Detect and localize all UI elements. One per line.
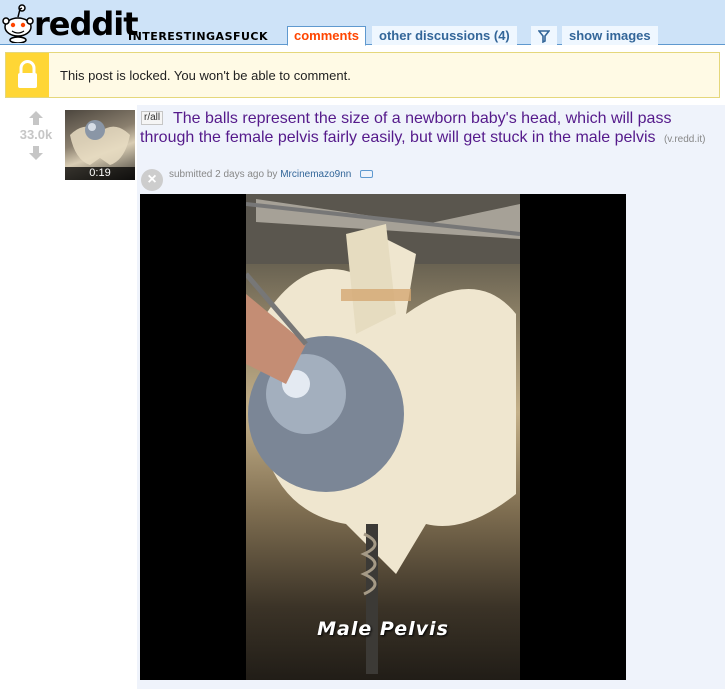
post-title[interactable]: The balls represent the size of a newbor… [140, 109, 720, 149]
snoo-logo-icon[interactable] [2, 3, 34, 43]
tab-other-discussions[interactable]: other discussions (4) [372, 26, 517, 45]
downvote-arrow-icon[interactable] [28, 145, 44, 161]
locked-banner: This post is locked. You won't be able t… [5, 52, 720, 98]
site-header: reddit INTERESTINGASFUCK comments other … [0, 0, 725, 46]
close-icon: × [147, 171, 157, 188]
reddit-wordmark[interactable]: reddit [34, 4, 139, 44]
lock-badge [6, 53, 49, 97]
video-player[interactable]: Male Pelvis [140, 194, 626, 680]
locked-message: This post is locked. You won't be able t… [60, 68, 351, 83]
tab-comments[interactable]: comments [287, 26, 367, 46]
post-tagline: submitted 2 days ago by Mrcinemazo9nn [169, 169, 374, 180]
upvote-arrow-icon[interactable] [28, 110, 44, 126]
tab-show-images[interactable]: show images [562, 26, 658, 45]
author-link[interactable]: Mrcinemazo9nn [280, 169, 351, 180]
video-caption: Male Pelvis [317, 618, 449, 640]
close-expando-button[interactable]: × [141, 169, 163, 191]
video-duration: 0:19 [65, 167, 135, 180]
post-thumbnail[interactable]: 0:19 [65, 110, 135, 180]
lock-icon [18, 60, 37, 88]
pelvis-model-image [246, 194, 520, 674]
subreddit-name[interactable]: INTERESTINGASFUCK [128, 30, 268, 43]
post-title-text[interactable]: The balls represent the size of a newbor… [140, 110, 671, 146]
tag-icon[interactable] [360, 170, 374, 179]
tagline-prefix: submitted 2 days ago by [169, 169, 278, 180]
tab-filter[interactable] [531, 26, 557, 45]
post-score: 33.0k [19, 127, 53, 142]
post-flair[interactable]: r/all [141, 111, 164, 125]
filter-icon [537, 30, 551, 44]
video-frame: Male Pelvis [246, 194, 520, 680]
post-domain[interactable]: (v.redd.it) [664, 134, 706, 145]
